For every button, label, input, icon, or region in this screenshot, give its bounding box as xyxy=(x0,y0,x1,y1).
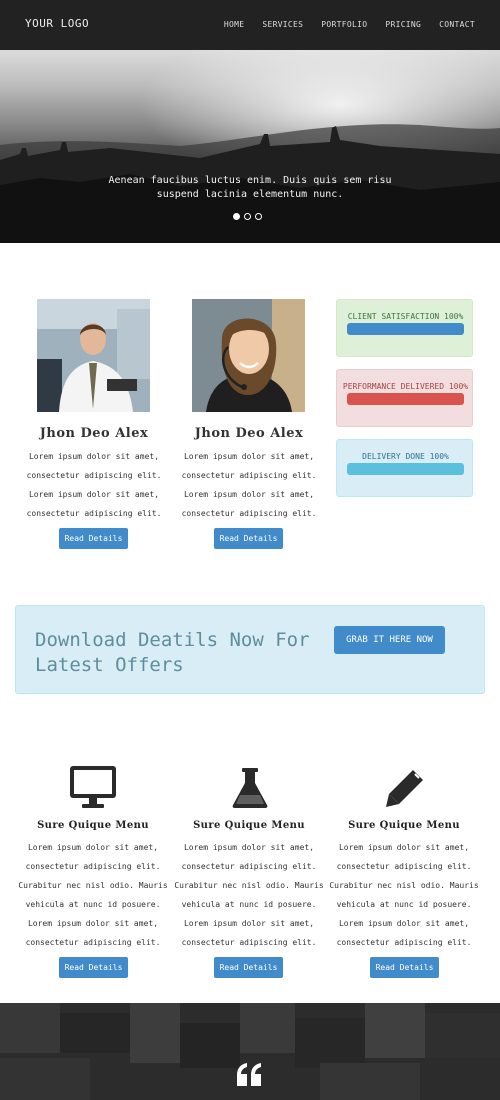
feature-title-2: Sure Quique Menu xyxy=(193,820,305,831)
stat-progress-bar xyxy=(347,393,464,405)
team-name-1: Jhon Deo Alex xyxy=(39,426,149,441)
stat-label: DELIVERY DONE 100% xyxy=(362,452,449,461)
slider-dot-3[interactable] xyxy=(255,213,262,220)
flask-icon xyxy=(231,767,269,813)
cta-title: Download Deatils Now For Latest Offers xyxy=(35,629,310,676)
nav-item-portfolio[interactable]: PORTFOLIO xyxy=(321,20,367,29)
team-photo-1 xyxy=(37,299,150,412)
feature-read-details-button-1[interactable]: Read Details xyxy=(59,957,128,978)
stat-label: CLIENT SATISFACTION 100% xyxy=(347,312,464,321)
feature-read-details-button-2[interactable]: Read Details xyxy=(214,957,283,978)
navbar: YOUR LOGO HOME SERVICES PORTFOLIO PRICIN… xyxy=(0,0,500,50)
stat-client-satisfaction: CLIENT SATISFACTION 100% xyxy=(336,299,473,357)
quote-icon xyxy=(236,1063,262,1091)
feature-title-1: Sure Quique Menu xyxy=(37,820,149,831)
hero-caption: Aenean faucibus luctus enim. Duis quis s… xyxy=(108,175,392,200)
nav-item-home[interactable]: HOME xyxy=(224,20,244,29)
testimonial-section xyxy=(0,1003,500,1100)
stat-label: PERFORMANCE DELIVERED 100% xyxy=(342,382,469,391)
feature-read-details-button-3[interactable]: Read Details xyxy=(370,957,439,978)
feature-desc-1: Lorem ipsum dolor sit amet, consectetur … xyxy=(18,843,168,947)
cta-panel: Download Deatils Now For Latest Offers G… xyxy=(15,605,485,694)
nav-menu: HOME SERVICES PORTFOLIO PRICING CONTACT xyxy=(224,20,475,29)
nav-item-contact[interactable]: CONTACT xyxy=(439,20,475,29)
hero-slider: Aenean faucibus luctus enim. Duis quis s… xyxy=(0,50,500,243)
nav-item-services[interactable]: SERVICES xyxy=(262,20,303,29)
feature-desc-3: Lorem ipsum dolor sit amet, consectetur … xyxy=(329,843,479,947)
slider-dot-2[interactable] xyxy=(244,213,251,220)
team-read-details-button-1[interactable]: Read Details xyxy=(59,528,128,549)
stat-delivery-done: DELIVERY DONE 100% xyxy=(336,439,473,497)
monitor-icon xyxy=(69,765,117,813)
nav-item-pricing[interactable]: PRICING xyxy=(385,20,421,29)
slider-indicators xyxy=(233,213,262,220)
logo[interactable]: YOUR LOGO xyxy=(25,17,89,30)
pencil-icon xyxy=(385,768,425,812)
grab-it-button[interactable]: GRAB IT HERE NOW xyxy=(334,626,445,654)
slider-dot-1[interactable] xyxy=(233,213,240,220)
team-read-details-button-2[interactable]: Read Details xyxy=(214,528,283,549)
team-desc-1: Lorem ipsum dolor sit amet, consectetur … xyxy=(26,452,162,518)
stat-progress-bar xyxy=(347,463,464,475)
stat-progress-bar xyxy=(347,323,464,335)
team-name-2: Jhon Deo Alex xyxy=(194,426,304,441)
feature-desc-2: Lorem ipsum dolor sit amet, consectetur … xyxy=(174,843,324,947)
feature-title-3: Sure Quique Menu xyxy=(348,820,460,831)
stat-performance-delivered: PERFORMANCE DELIVERED 100% xyxy=(336,369,473,427)
team-photo-2 xyxy=(192,299,305,412)
team-desc-2: Lorem ipsum dolor sit amet, consectetur … xyxy=(181,452,317,518)
